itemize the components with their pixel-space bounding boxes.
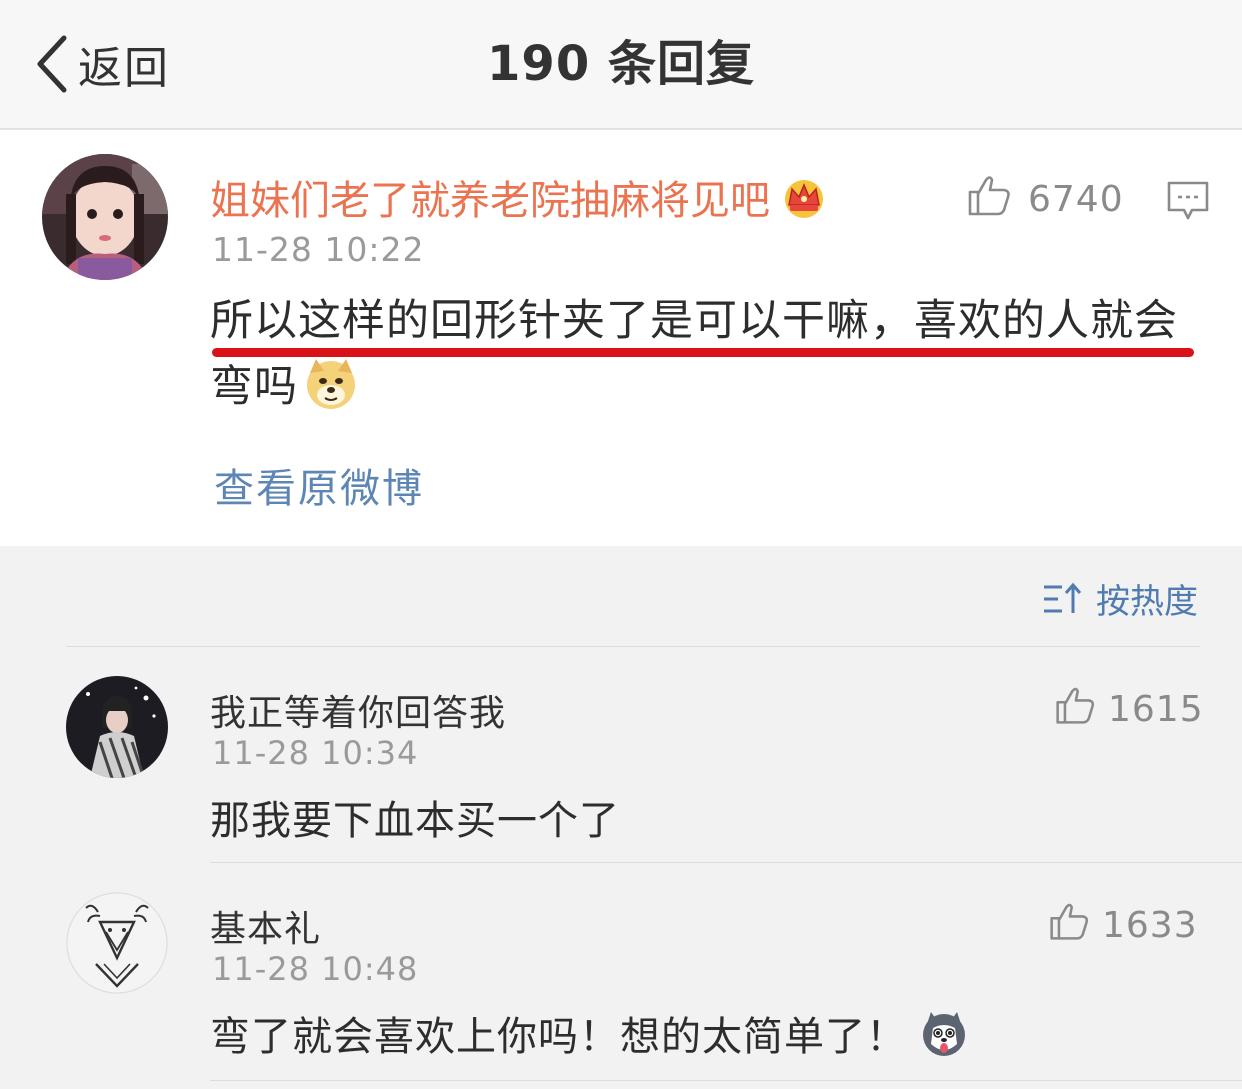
- divider: [210, 862, 1242, 863]
- reply-text: 弯了就会喜欢上你吗！想的太简单了！: [210, 1004, 967, 1062]
- like-button[interactable]: 1615: [1054, 684, 1204, 735]
- sort-button[interactable]: 按热度: [1042, 574, 1198, 623]
- highlight-underline: [212, 348, 1194, 357]
- thumbs-up-icon: [1048, 900, 1090, 951]
- thumbs-up-icon: [1054, 684, 1096, 735]
- doge-emoji-icon: [304, 357, 358, 411]
- divider: [210, 1080, 1242, 1081]
- avatar[interactable]: [66, 892, 168, 994]
- navigation-bar: 返回 190 条回复: [0, 0, 1242, 130]
- avatar[interactable]: [42, 154, 168, 280]
- username[interactable]: 姐妹们老了就养老院抽麻将见吧: [210, 168, 828, 226]
- comment-icon[interactable]: [1166, 180, 1210, 222]
- sort-icon: [1044, 582, 1082, 613]
- like-count: 1633: [1102, 905, 1198, 946]
- like-count: 1615: [1108, 689, 1204, 730]
- username[interactable]: 基本礼: [210, 900, 321, 952]
- like-button[interactable]: 6740: [966, 172, 1124, 227]
- page-title: 190 条回复: [487, 36, 755, 92]
- reply-text: 那我要下血本买一个了: [210, 798, 620, 844]
- timestamp: 11-28 10:22: [212, 230, 425, 269]
- view-original-link[interactable]: 查看原微博: [214, 456, 424, 514]
- like-count: 6740: [1028, 179, 1124, 220]
- reply-text-content: 弯了就会喜欢上你吗！想的太简单了！: [210, 1014, 907, 1060]
- avatar[interactable]: [66, 676, 168, 778]
- username-text: 姐妹们老了就养老院抽麻将见吧: [210, 178, 770, 224]
- main-comment: 姐妹们老了就养老院抽麻将见吧 11-28 10:22 6740 所以这样的回形针…: [0, 130, 1242, 546]
- username[interactable]: 我正等着你回答我: [210, 684, 506, 736]
- thumbs-up-icon: [966, 172, 1012, 227]
- sort-label: 按热度: [1096, 582, 1198, 622]
- divider: [66, 646, 1200, 647]
- crown-icon: [780, 175, 828, 219]
- husky-emoji-icon: [921, 1012, 967, 1058]
- timestamp: 11-28 10:34: [212, 734, 419, 772]
- timestamp: 11-28 10:48: [212, 950, 419, 988]
- like-button[interactable]: 1633: [1048, 900, 1198, 951]
